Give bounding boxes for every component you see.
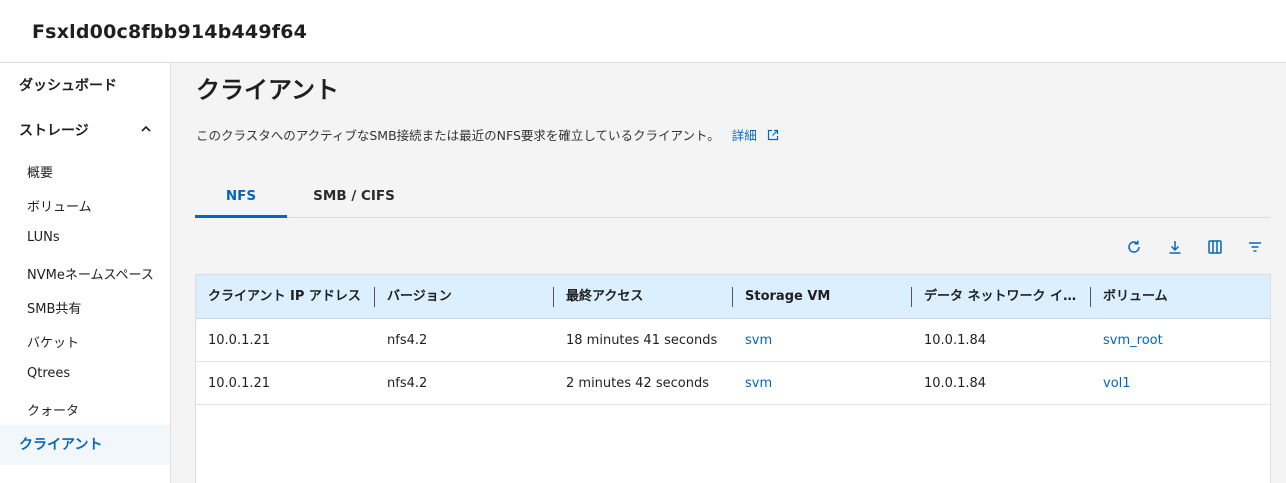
- table-header: クライアント IP アドレス バージョン 最終アクセス Storage VM デ…: [196, 275, 1270, 319]
- sidebar-item-smb-shares[interactable]: SMB共有: [0, 298, 170, 317]
- table-row: 10.0.1.21 nfs4.2 2 minutes 42 seconds sv…: [196, 362, 1270, 405]
- column-header-version[interactable]: バージョン: [387, 275, 549, 319]
- cell-version: nfs4.2: [387, 333, 428, 348]
- cell-storage-vm-link[interactable]: svm: [745, 362, 772, 405]
- sidebar-item-quotas[interactable]: クォータ: [0, 400, 170, 419]
- cell-data-lif: 10.0.1.84: [924, 333, 987, 348]
- columns-icon[interactable]: [1206, 238, 1224, 256]
- sidebar-item-nvme-namespaces[interactable]: NVMeネームスペース: [0, 264, 170, 283]
- refresh-icon[interactable]: [1125, 238, 1143, 256]
- cell-volume-link[interactable]: vol1: [1103, 362, 1131, 405]
- cell-data-lif: 10.0.1.84: [924, 376, 987, 391]
- tab-smb-cifs[interactable]: SMB / CIFS: [303, 171, 405, 218]
- cell-storage-vm-link[interactable]: svm: [745, 319, 772, 362]
- tab-nfs[interactable]: NFS: [195, 171, 287, 218]
- sidebar-item-storage[interactable]: ストレージ: [0, 120, 170, 140]
- column-divider[interactable]: [1090, 287, 1091, 307]
- description-text: このクラスタへのアクティブなSMB接続または最近のNFS要求を確立しているクライ…: [196, 128, 720, 143]
- filter-icon[interactable]: [1246, 238, 1264, 256]
- main-content: クライアント このクラスタへのアクティブなSMB接続または最近のNFS要求を確立…: [171, 63, 1286, 483]
- page-title: クライアント: [196, 76, 340, 104]
- column-divider[interactable]: [553, 287, 554, 307]
- table-row: 10.0.1.21 nfs4.2 18 minutes 41 seconds s…: [196, 319, 1270, 362]
- sidebar-item-buckets[interactable]: バケット: [0, 332, 170, 351]
- chevron-up-icon: [141, 125, 151, 132]
- column-divider[interactable]: [732, 287, 733, 307]
- column-divider[interactable]: [374, 287, 375, 307]
- tab-bar: NFS SMB / CIFS: [195, 171, 1270, 218]
- sidebar-item-luns[interactable]: LUNs: [0, 230, 170, 248]
- column-header-storage-vm[interactable]: Storage VM: [745, 275, 907, 319]
- external-link-icon: [767, 129, 778, 141]
- details-link[interactable]: 詳細: [732, 128, 779, 143]
- column-header-data-lif[interactable]: データ ネットワーク インターフェイス: [924, 275, 1086, 319]
- sidebar-item-storage-label: ストレージ: [19, 123, 89, 139]
- cell-client-ip: 10.0.1.21: [208, 376, 271, 391]
- download-icon[interactable]: [1166, 238, 1184, 256]
- column-header-volume[interactable]: ボリューム: [1103, 275, 1263, 319]
- sidebar-item-qtrees[interactable]: Qtrees: [0, 366, 170, 384]
- top-bar: Fsxld00c8fbb914b449f64: [0, 0, 1286, 63]
- cell-last-access: 18 minutes 41 seconds: [566, 333, 718, 348]
- cluster-title: Fsxld00c8fbb914b449f64: [32, 21, 308, 43]
- sidebar-item-volumes[interactable]: ボリューム: [0, 196, 170, 215]
- column-divider[interactable]: [911, 287, 912, 307]
- column-header-last-access[interactable]: 最終アクセス: [566, 275, 728, 319]
- cell-last-access: 2 minutes 42 seconds: [566, 376, 709, 391]
- cell-volume-link[interactable]: svm_root: [1103, 319, 1163, 362]
- cell-client-ip: 10.0.1.21: [208, 333, 271, 348]
- details-link-label: 詳細: [731, 128, 757, 143]
- clients-table: クライアント IP アドレス バージョン 最終アクセス Storage VM デ…: [195, 274, 1271, 483]
- cell-version: nfs4.2: [387, 376, 428, 391]
- sidebar-item-clients[interactable]: クライアント: [0, 425, 170, 465]
- sidebar-item-dashboard[interactable]: ダッシュボード: [0, 75, 170, 95]
- sidebar-item-overview[interactable]: 概要: [0, 162, 170, 181]
- column-header-client-ip[interactable]: クライアント IP アドレス: [208, 275, 370, 319]
- page-description: このクラスタへのアクティブなSMB接続または最近のNFS要求を確立しているクライ…: [196, 125, 779, 144]
- sidebar: ダッシュボード ストレージ 概要 ボリューム LUNs NVMeネームスペース …: [0, 63, 171, 483]
